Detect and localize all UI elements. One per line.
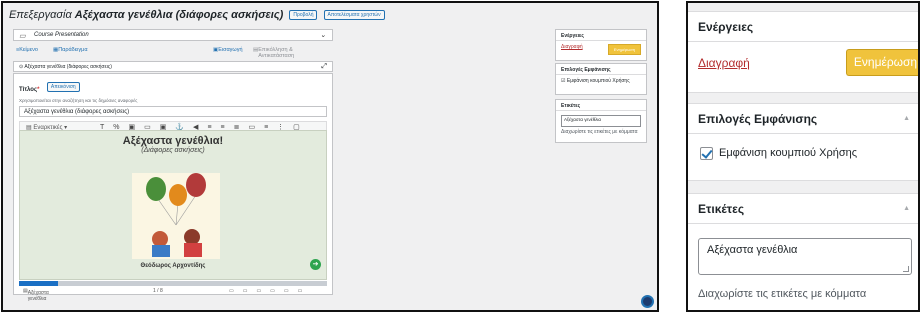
- editor-screenshot: Επεξεργασία Αξέχαστα γενέθλια (διάφορες …: [1, 1, 659, 312]
- display-options-header[interactable]: Επιλογές Εμφάνισης ▲: [688, 104, 918, 134]
- tags-box: Ετικέτες ▲ Αξέχαστα γενέθλια Διαχωρίστε …: [688, 193, 918, 310]
- editor-tabs: ≡ Κείμενο ▦ Παράδειγμα ▣ Εισαγωγή ▤ Επικ…: [13, 47, 333, 59]
- content-type-icon: ▭: [19, 33, 26, 40]
- tags-input-value: Αξέχαστα γενέθλια: [707, 244, 798, 256]
- balloons-image: [132, 173, 220, 259]
- title-input[interactable]: Αξέχαστα γενέθλια (διάφορες ασκήσεις): [19, 106, 327, 117]
- title-help-text: Χρησιμοποιείται στην αναζήτηση και τις δ…: [19, 98, 138, 103]
- mini-actions-title: Ενέργειες: [556, 30, 646, 41]
- paste-replace-button[interactable]: ▤ Επικόλληση & Αντικατάσταση: [253, 47, 294, 59]
- expand-icon[interactable]: ⤢: [321, 63, 327, 71]
- page-title: Επεξεργασία Αξέχαστα γενέθλια (διάφορες …: [9, 9, 385, 21]
- tags-title: Ετικέτες: [698, 202, 745, 216]
- mini-tags-help: Διαχωρίστε τις ετικέτες με κόμματα: [561, 129, 638, 135]
- chevron-down-icon: ⌄: [320, 32, 326, 39]
- delete-link[interactable]: Διαγραφή: [698, 56, 750, 70]
- footer-title: ▤ Αξέχαστα γενέθλια: [23, 288, 49, 302]
- page-title-name: Αξέχαστα γενέθλια (διάφορες ασκήσεις): [74, 9, 284, 21]
- display-options-title: Επιλογές Εμφάνισης: [698, 112, 818, 126]
- view-button[interactable]: Προβολή: [289, 10, 318, 21]
- mini-delete-link[interactable]: Διαγραφή: [561, 44, 583, 50]
- show-usage-checkbox[interactable]: [700, 147, 713, 160]
- mini-display-option[interactable]: ☑ Εμφάνιση κουμπιού Χρήσης: [556, 75, 646, 87]
- actions-title: Ενέργειες: [688, 12, 918, 42]
- content-type-label: Course Presentation: [34, 32, 89, 38]
- mini-tags-box: Ετικέτες Αξέχαστα γενέθλια Διαχωρίστε τι…: [555, 99, 647, 143]
- slide-footer: ▤ Αξέχαστα γενέθλια 1 / 8 ▭▭▭▭▭▭: [19, 286, 327, 302]
- box-heading-text: Αξέχαστα γενέθλια (διάφορες ασκήσεις): [24, 64, 112, 70]
- title-help-button[interactable]: Απεικόνιση: [46, 81, 80, 92]
- slide-subtitle: (Διάφορες ασκήσεις): [141, 147, 205, 154]
- mini-display-box: Επιλογές Εμφάνισης ☑ Εμφάνιση κουμπιού Χ…: [555, 63, 647, 95]
- resize-handle-icon[interactable]: [903, 266, 909, 272]
- content-type-select[interactable]: ▭ Course Presentation ⌄: [13, 29, 333, 41]
- title-label: Τίτλος: [19, 87, 38, 93]
- sidebar-zoom: Ενέργειες Διαγραφή Ενημέρωση Επιλογές Εμ…: [686, 1, 920, 312]
- footer-pager[interactable]: 1 / 8: [153, 288, 163, 294]
- show-usage-label[interactable]: Εμφάνιση κουμπιού Χρήσης: [719, 147, 857, 159]
- mini-display-title: Επιλογές Εμφάνισης: [556, 64, 646, 75]
- tags-input[interactable]: Αξέχαστα γενέθλια: [698, 238, 912, 275]
- h5p-editor: Τίτλος* Απεικόνιση Χρησιμοποιείται στην …: [13, 73, 333, 302]
- mini-tags-title: Ετικέτες: [556, 100, 646, 111]
- insert-button[interactable]: ▣ Εισαγωγή: [213, 47, 243, 53]
- mini-update-button[interactable]: Ενημέρωση: [607, 44, 641, 55]
- update-button[interactable]: Ενημέρωση: [846, 49, 918, 76]
- results-button[interactable]: Αποτελέσματα χρηστών: [323, 10, 385, 21]
- tab-text[interactable]: ≡ Κείμενο: [16, 47, 38, 53]
- actions-box: Ενέργειες Διαγραφή Ενημέρωση: [688, 11, 918, 93]
- footer-tools[interactable]: ▭▭▭▭▭▭: [229, 288, 311, 294]
- mini-actions-box: Ενέργειες Διαγραφή Ενημέρωση: [555, 29, 647, 61]
- slide-canvas[interactable]: Αξέχαστα γενέθλια! (Διάφορες ασκήσεις) Θ…: [19, 130, 327, 280]
- tags-header[interactable]: Ετικέτες ▲: [688, 194, 918, 224]
- tab-example[interactable]: ▦ Παράδειγμα: [53, 47, 88, 53]
- page-title-prefix: Επεξεργασία: [9, 9, 72, 21]
- mini-tags-input[interactable]: Αξέχαστα γενέθλια: [561, 115, 641, 127]
- arrow-up-icon[interactable]: ▲: [903, 104, 910, 134]
- content-box-heading: ⊙ Αξέχαστα γενέθλια (διάφορες ασκήσεις) …: [13, 61, 333, 72]
- arrow-up-icon[interactable]: ▲: [903, 194, 910, 224]
- tags-help: Διαχωρίστε τις ετικέτες με κόμματα: [698, 288, 867, 300]
- slide-author: Θεόδωρος Αρχοντίδης: [140, 263, 206, 269]
- next-slide-icon[interactable]: ➔: [310, 259, 321, 270]
- display-options-box: Επιλογές Εμφάνισης ▲ Εμφάνιση κουμπιού Χ…: [688, 103, 918, 181]
- help-icon[interactable]: [641, 295, 654, 308]
- slide-title: Αξέχαστα γενέθλια!: [122, 135, 224, 147]
